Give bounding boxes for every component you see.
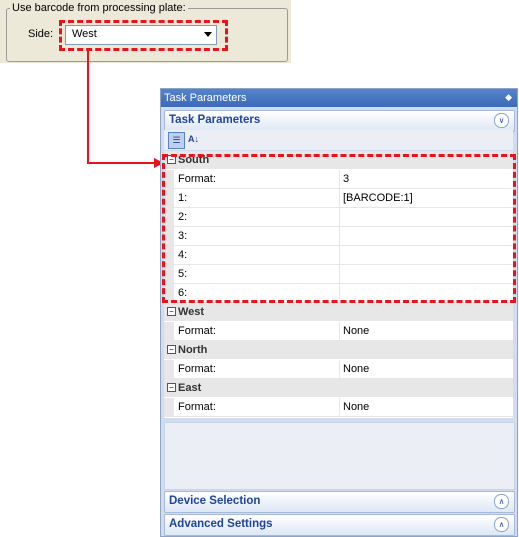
property-row[interactable]: Format: None: [164, 322, 513, 341]
collapse-toggle-icon[interactable]: −: [167, 345, 176, 354]
category-west[interactable]: − West: [164, 303, 513, 321]
section-task-parameters-label: Task Parameters: [169, 114, 261, 126]
category-name: East: [178, 382, 202, 394]
property-value[interactable]: None: [343, 401, 369, 413]
section-advanced-settings[interactable]: Advanced Settings ∧: [164, 514, 515, 536]
expand-icon[interactable]: ∧: [494, 517, 509, 532]
property-value[interactable]: None: [343, 363, 369, 375]
section-task-parameters[interactable]: Task Parameters ∨: [164, 110, 515, 132]
property-value[interactable]: None: [343, 325, 369, 337]
expand-icon[interactable]: ∧: [494, 494, 509, 509]
collapse-toggle-icon[interactable]: −: [167, 383, 176, 392]
highlight-box-south: [162, 154, 516, 303]
panel-title: Task Parameters: [164, 92, 247, 104]
category-north[interactable]: − North: [164, 341, 513, 359]
panel-title-bar: Task Parameters ◆: [161, 89, 517, 107]
section-advanced-settings-label: Advanced Settings: [169, 518, 273, 530]
property-toolbar: ☰ A↓: [164, 130, 513, 150]
description-area: [164, 422, 515, 490]
pin-icon[interactable]: ◆: [505, 92, 512, 103]
section-device-selection-label: Device Selection: [169, 495, 261, 507]
property-row[interactable]: Format: None: [164, 398, 513, 417]
property-key: Format:: [178, 325, 216, 337]
categorized-icon[interactable]: ☰: [168, 132, 185, 149]
collapse-icon[interactable]: ∨: [494, 113, 509, 128]
category-name: West: [178, 306, 205, 318]
sort-alpha-icon[interactable]: A↓: [186, 132, 201, 147]
category-east[interactable]: − East: [164, 379, 513, 397]
property-row[interactable]: Format: None: [164, 360, 513, 379]
section-device-selection[interactable]: Device Selection ∧: [164, 491, 515, 513]
collapse-toggle-icon[interactable]: −: [167, 307, 176, 316]
property-key: Format:: [178, 363, 216, 375]
category-name: North: [178, 344, 208, 356]
property-key: Format:: [178, 401, 216, 413]
